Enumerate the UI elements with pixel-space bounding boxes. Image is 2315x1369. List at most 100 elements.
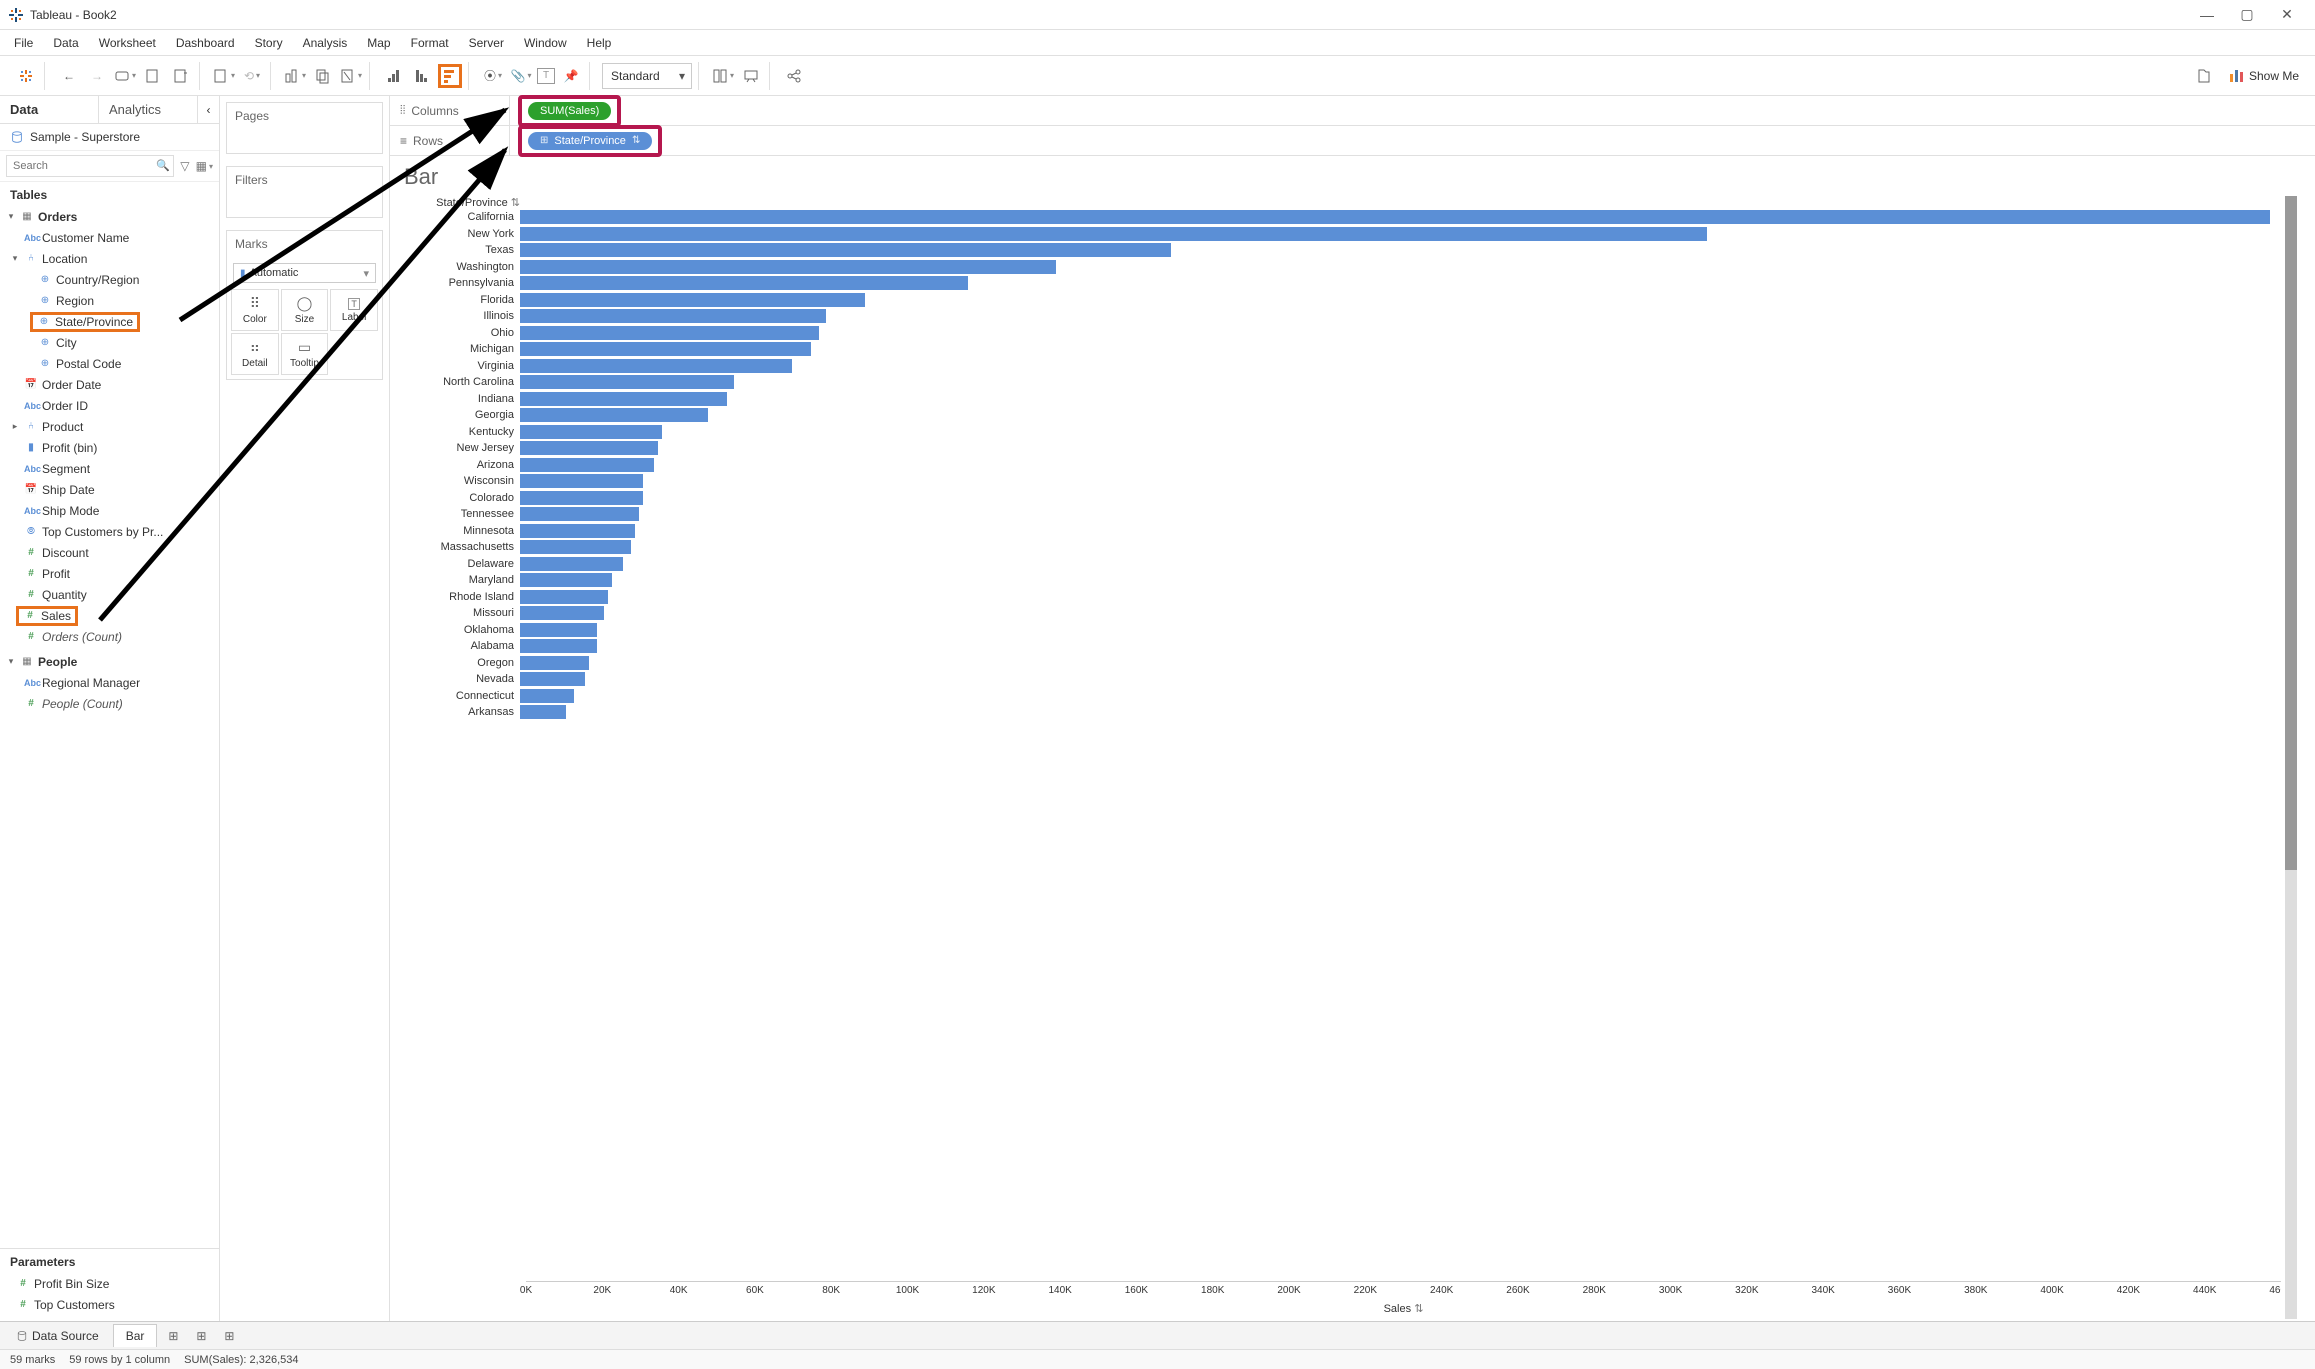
duplicate-button[interactable] xyxy=(311,64,335,88)
marktype-select[interactable]: ▮ Automatic ▾ xyxy=(233,263,376,283)
sheet-tab-bar-item[interactable]: Bar xyxy=(113,1324,158,1347)
field-city[interactable]: ⊕City xyxy=(0,332,219,353)
show-mark-labels-button[interactable]: T xyxy=(537,68,555,84)
bar-row[interactable]: Tennessee xyxy=(396,506,2281,523)
save-button[interactable]: ▾ xyxy=(113,64,137,88)
refresh-datasource-button[interactable]: ⟲▾ xyxy=(240,64,264,88)
rows-pill-state-province[interactable]: ⊞State/Province⇅ xyxy=(528,132,652,150)
field-ship-mode[interactable]: AbcShip Mode xyxy=(0,500,219,521)
bar-row[interactable]: Arizona xyxy=(396,457,2281,474)
bar-mark[interactable] xyxy=(520,705,566,719)
bar-mark[interactable] xyxy=(520,210,2270,224)
bar-row[interactable]: Alabama xyxy=(396,638,2281,655)
bar-row[interactable]: Maryland xyxy=(396,572,2281,589)
field-order-date[interactable]: 📅Order Date xyxy=(0,374,219,395)
redo-button[interactable]: → xyxy=(85,64,109,88)
filter-data-pane-button[interactable]: ▽ xyxy=(178,155,192,177)
bar-mark[interactable] xyxy=(520,474,643,488)
bar-mark[interactable] xyxy=(520,425,662,439)
field-segment[interactable]: AbcSegment xyxy=(0,458,219,479)
bar-row[interactable]: Virginia xyxy=(396,358,2281,375)
field-profit-bin[interactable]: ▮Profit (bin) xyxy=(0,437,219,458)
bar-mark[interactable] xyxy=(520,689,574,703)
bar-row[interactable]: New Jersey xyxy=(396,440,2281,457)
field-region[interactable]: ⊕Region xyxy=(0,290,219,311)
bar-mark[interactable] xyxy=(520,276,968,290)
menu-story[interactable]: Story xyxy=(247,33,291,53)
field-location-hierarchy[interactable]: ▾⑃Location xyxy=(0,248,219,269)
bar-row[interactable]: Arkansas xyxy=(396,704,2281,721)
bar-row[interactable]: California xyxy=(396,209,2281,226)
tab-data[interactable]: Data xyxy=(0,96,98,123)
sort-desc-button[interactable] xyxy=(410,64,434,88)
columns-pill-sum-sales[interactable]: SUM(Sales) xyxy=(528,102,611,120)
bar-mark[interactable] xyxy=(520,656,589,670)
marks-detail-button[interactable]: ⠶Detail xyxy=(231,333,279,375)
bar-row[interactable]: Georgia xyxy=(396,407,2281,424)
bar-mark[interactable] xyxy=(520,672,585,686)
field-country-region[interactable]: ⊕Country/Region xyxy=(0,269,219,290)
tableau-logo-icon[interactable] xyxy=(14,64,38,88)
bar-mark[interactable] xyxy=(520,243,1171,257)
menu-window[interactable]: Window xyxy=(516,33,575,53)
bar-mark[interactable] xyxy=(520,606,604,620)
marks-size-button[interactable]: ◯Size xyxy=(281,289,329,331)
field-postal-code[interactable]: ⊕Postal Code xyxy=(0,353,219,374)
menu-map[interactable]: Map xyxy=(359,33,398,53)
new-story-tab-button[interactable]: ⊞ xyxy=(217,1329,241,1343)
bar-row[interactable]: Missouri xyxy=(396,605,2281,622)
menu-help[interactable]: Help xyxy=(579,33,620,53)
field-customer-name[interactable]: AbcCustomer Name xyxy=(0,227,219,248)
bar-mark[interactable] xyxy=(520,458,654,472)
marks-color-button[interactable]: ⠿Color xyxy=(231,289,279,331)
show-me-button[interactable]: Show Me xyxy=(2222,67,2307,85)
pin-button[interactable]: 📌 xyxy=(559,64,583,88)
bar-mark[interactable] xyxy=(520,227,1707,241)
new-datasource-button[interactable] xyxy=(141,64,165,88)
pause-auto-updates-button[interactable] xyxy=(169,64,193,88)
marks-tooltip-button[interactable]: ▭Tooltip xyxy=(281,333,329,375)
rows-shelf[interactable]: ≡Rows ⊞State/Province⇅ xyxy=(390,126,2315,156)
menu-format[interactable]: Format xyxy=(403,33,457,53)
menu-analysis[interactable]: Analysis xyxy=(295,33,356,53)
menu-worksheet[interactable]: Worksheet xyxy=(91,33,164,53)
bar-mark[interactable] xyxy=(520,260,1056,274)
bar-row[interactable]: Delaware xyxy=(396,556,2281,573)
undo-button[interactable]: ← xyxy=(57,64,81,88)
fit-select[interactable]: Standard xyxy=(602,63,692,89)
minimize-button[interactable]: — xyxy=(2187,7,2227,23)
menu-dashboard[interactable]: Dashboard xyxy=(168,33,243,53)
share-button[interactable] xyxy=(782,64,806,88)
bar-mark[interactable] xyxy=(520,359,792,373)
bar-mark[interactable] xyxy=(520,557,623,571)
bar-row[interactable]: Minnesota xyxy=(396,523,2281,540)
show-hide-cards-button[interactable]: ▾ xyxy=(711,64,735,88)
bar-row[interactable]: Oklahoma xyxy=(396,622,2281,639)
bar-row[interactable]: Massachusetts xyxy=(396,539,2281,556)
menu-file[interactable]: File xyxy=(6,33,41,53)
bar-row[interactable]: Texas xyxy=(396,242,2281,259)
bar-mark[interactable] xyxy=(520,309,826,323)
maximize-button[interactable]: ▢ xyxy=(2227,6,2267,23)
group-button[interactable]: 📎▾ xyxy=(509,64,533,88)
bar-row[interactable]: Washington xyxy=(396,259,2281,276)
columns-shelf[interactable]: ⦙⦙Columns SUM(Sales) xyxy=(390,96,2315,126)
field-people-count[interactable]: #People (Count) xyxy=(0,693,219,714)
bar-mark[interactable] xyxy=(520,639,597,653)
new-worksheet-tab-button[interactable]: ⊞ xyxy=(161,1329,185,1343)
bar-mark[interactable] xyxy=(520,491,643,505)
swap-button[interactable]: ▾ xyxy=(283,64,307,88)
bar-mark[interactable] xyxy=(520,573,612,587)
bar-mark[interactable] xyxy=(520,507,639,521)
clear-button[interactable]: ▾ xyxy=(339,64,363,88)
bar-mark[interactable] xyxy=(520,408,708,422)
field-order-id[interactable]: AbcOrder ID xyxy=(0,395,219,416)
bar-row[interactable]: Michigan xyxy=(396,341,2281,358)
sort-button-highlighted[interactable] xyxy=(438,64,462,88)
bar-row[interactable]: Kentucky xyxy=(396,424,2281,441)
sort-asc-button[interactable] xyxy=(382,64,406,88)
bar-row[interactable]: Indiana xyxy=(396,391,2281,408)
bar-mark[interactable] xyxy=(520,342,811,356)
data-guide-button[interactable] xyxy=(2192,64,2216,88)
bar-mark[interactable] xyxy=(520,293,865,307)
